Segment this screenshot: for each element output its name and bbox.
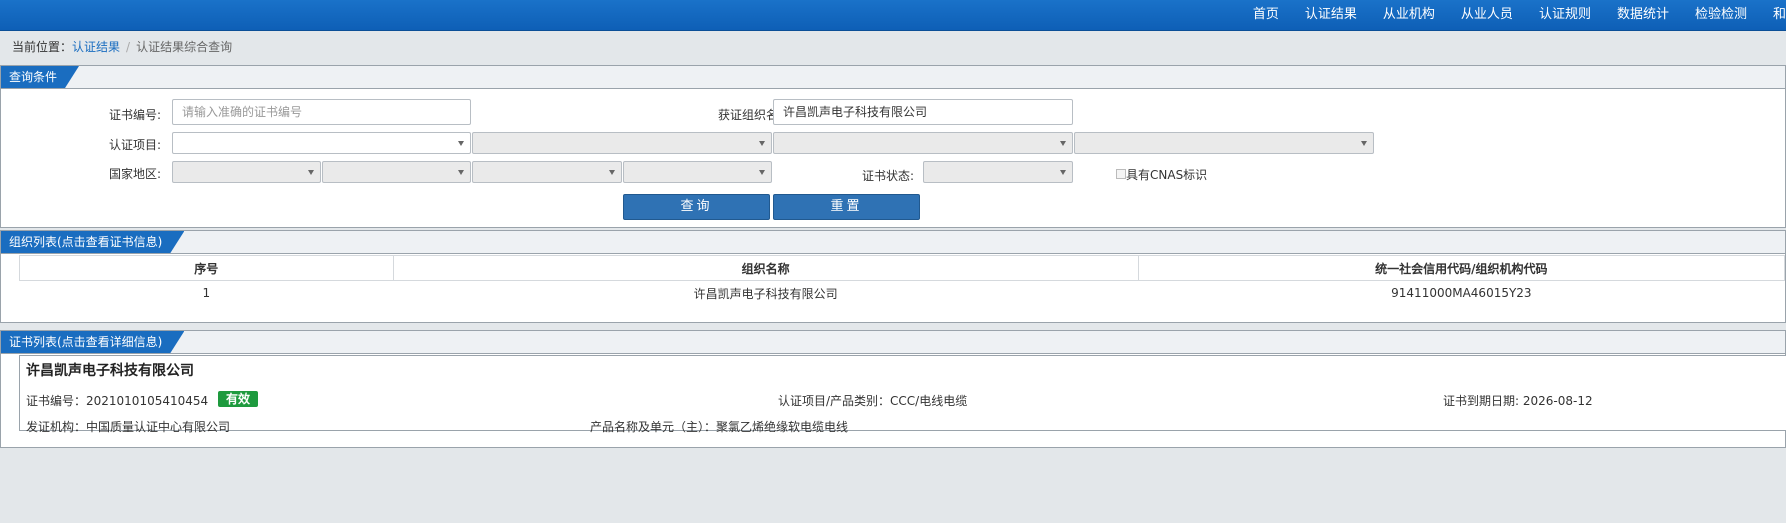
status-select[interactable] xyxy=(923,161,1073,183)
region-label: 国家地区: xyxy=(108,167,161,181)
breadcrumb-current: 认证结果综合查询 xyxy=(136,40,233,54)
nav-home[interactable]: 首页 xyxy=(1240,0,1292,30)
org-table: 序号 组织名称 统一社会信用代码/组织机构代码 1 许昌凯声电子科技有限公司 9… xyxy=(19,255,1786,306)
query-panel-header: 查询条件 xyxy=(1,66,1785,89)
table-row[interactable]: 1 许昌凯声电子科技有限公司 91411000MA46015Y23 xyxy=(19,280,1786,306)
project-select-2[interactable] xyxy=(472,132,772,154)
row-credit-code: 91411000MA46015Y23 xyxy=(1137,280,1786,306)
row-org-name: 许昌凯声电子科技有限公司 xyxy=(392,280,1139,306)
nav-statistics[interactable]: 数据统计 xyxy=(1604,0,1682,30)
cert-product: 产品名称及单元（主）：聚氯乙烯绝缘软电缆电线 xyxy=(590,420,849,434)
row-index: 1 xyxy=(19,280,394,306)
region-select-1[interactable] xyxy=(172,161,321,183)
org-list-header: 组织列表(点击查看证书信息) xyxy=(1,231,1785,254)
cnas-label: 具有CNAS标识 xyxy=(1126,168,1208,182)
chevron-down-icon xyxy=(1060,141,1066,146)
main-nav: 首页 认证结果 从业机构 从业人员 认证规则 数据统计 检验检测 和 xyxy=(1240,0,1786,30)
status-label: 证书状态: xyxy=(861,169,914,183)
nav-cert-results[interactable]: 认证结果 xyxy=(1292,0,1370,30)
region-select-2[interactable] xyxy=(322,161,471,183)
breadcrumb-separator: / xyxy=(126,40,131,54)
search-button[interactable]: 查询 xyxy=(623,194,770,220)
cert-card[interactable]: 许昌凯声电子科技有限公司 证书编号：2021010105410454 有效 认证… xyxy=(19,355,1786,434)
chevron-down-icon xyxy=(458,141,464,146)
query-panel-title: 查询条件 xyxy=(1,66,79,88)
query-panel: 查询条件 证书编号: 请输入准确的证书编号 获证组织名称: 许昌凯声电子科技有限… xyxy=(0,65,1786,228)
chevron-down-icon xyxy=(1060,170,1066,175)
nav-cert-rules[interactable]: 认证规则 xyxy=(1526,0,1604,30)
cert-list-title: 证书列表(点击查看详细信息) xyxy=(1,331,184,353)
cert-list-panel: 证书列表(点击查看详细信息) 许昌凯声电子科技有限公司 证书编号：2021010… xyxy=(0,330,1786,448)
status-badge: 有效 xyxy=(218,391,259,407)
nav-institutions[interactable]: 从业机构 xyxy=(1370,0,1448,30)
nav-personnel[interactable]: 从业人员 xyxy=(1448,0,1526,30)
cert-no-label: 证书编号: xyxy=(108,108,161,122)
project-select-4[interactable] xyxy=(1074,132,1374,154)
col-index: 序号 xyxy=(19,255,394,281)
chevron-down-icon xyxy=(458,170,464,175)
cert-list-header: 证书列表(点击查看详细信息) xyxy=(1,331,1785,354)
col-credit-code: 统一社会信用代码/组织机构代码 xyxy=(1137,255,1786,281)
cert-project: 认证项目/产品类别：CCC/电线电缆 xyxy=(778,394,968,408)
project-select-3[interactable] xyxy=(773,132,1073,154)
top-nav-bar: 首页 认证结果 从业机构 从业人员 认证规则 数据统计 检验检测 和 xyxy=(0,0,1786,31)
chevron-down-icon xyxy=(759,141,765,146)
cnas-checkbox[interactable] xyxy=(1116,169,1126,179)
breadcrumb-link-cert-results[interactable]: 认证结果 xyxy=(72,40,120,54)
col-org-name: 组织名称 xyxy=(392,255,1139,281)
cert-company-name: 许昌凯声电子科技有限公司 xyxy=(26,363,194,379)
breadcrumb: 当前位置：认证结果 / 认证结果综合查询 xyxy=(12,38,232,55)
region-select-3[interactable] xyxy=(472,161,622,183)
chevron-down-icon xyxy=(609,170,615,175)
org-table-header-row: 序号 组织名称 统一社会信用代码/组织机构代码 xyxy=(19,255,1786,281)
org-list-title: 组织列表(点击查看证书信息) xyxy=(1,231,184,253)
cert-expiry: 证书到期日期: 2026-08-12 xyxy=(1443,394,1593,408)
chevron-down-icon xyxy=(308,170,314,175)
cert-no-input[interactable]: 请输入准确的证书编号 xyxy=(172,99,471,125)
project-select-1[interactable] xyxy=(172,132,471,154)
cert-number: 证书编号：2021010105410454 xyxy=(26,394,209,408)
region-select-4[interactable] xyxy=(623,161,772,183)
chevron-down-icon xyxy=(1361,141,1367,146)
project-label: 认证项目: xyxy=(108,138,161,152)
org-list-panel: 组织列表(点击查看证书信息) 序号 组织名称 统一社会信用代码/组织机构代码 1… xyxy=(0,230,1786,323)
reset-button[interactable]: 重置 xyxy=(773,194,920,220)
cert-issuer: 发证机构：中国质量认证中心有限公司 xyxy=(26,420,231,434)
nav-inspection[interactable]: 检验检测 xyxy=(1682,0,1760,30)
org-name-input[interactable]: 许昌凯声电子科技有限公司 xyxy=(773,99,1073,125)
nav-more[interactable]: 和 xyxy=(1760,0,1786,30)
chevron-down-icon xyxy=(759,170,765,175)
breadcrumb-prefix: 当前位置： xyxy=(12,40,73,54)
